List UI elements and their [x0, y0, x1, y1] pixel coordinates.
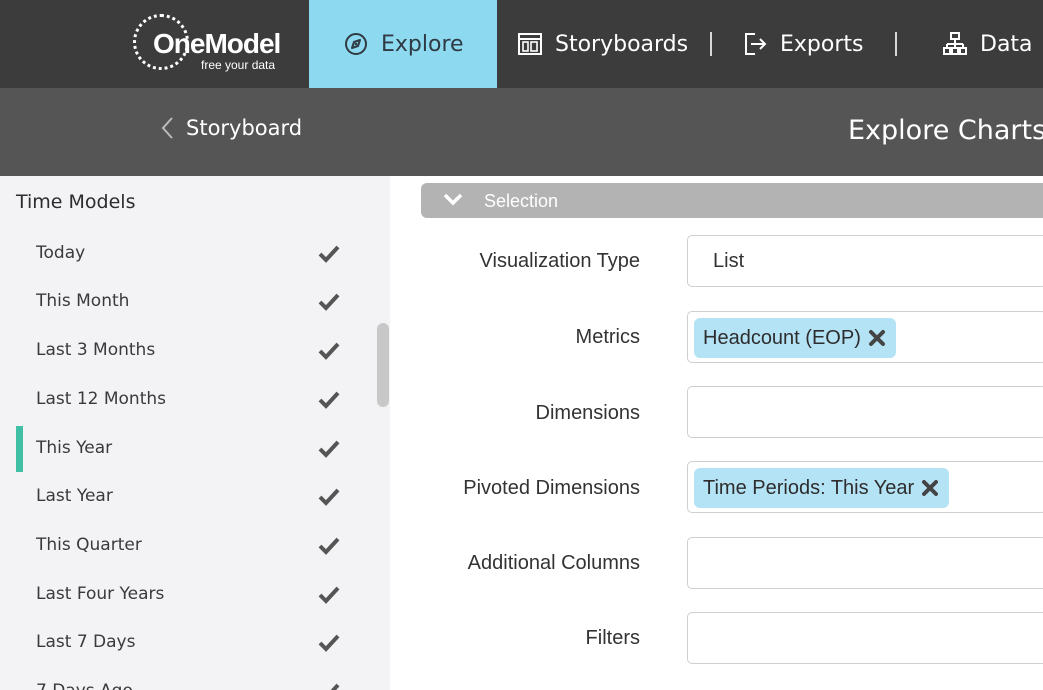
- time-model-label: Today: [36, 243, 86, 263]
- checkmark-icon: [318, 245, 340, 263]
- pivoted-dimension-tag: Time Periods: This Year: [694, 468, 950, 508]
- time-model-item[interactable]: Last Year: [0, 474, 376, 522]
- checkmark-icon: [318, 293, 340, 311]
- time-model-item[interactable]: Last 3 Months: [0, 328, 376, 376]
- remove-tag-icon[interactable]: [921, 479, 939, 497]
- time-model-label: 7 Days Ago: [36, 681, 133, 690]
- sidebar-scrollbar-thumb[interactable]: [377, 323, 389, 407]
- pivoted-dimensions-input[interactable]: Time Periods: This Year: [687, 461, 1043, 513]
- chevron-left-icon: [161, 117, 173, 139]
- pivoted-dimension-tag-label: Time Periods: This Year: [703, 476, 915, 499]
- nav-tab-exports[interactable]: Exports: [742, 0, 863, 88]
- dimensions-input[interactable]: [687, 386, 1043, 438]
- visualization-type-label: Visualization Type: [479, 250, 640, 272]
- time-model-label: Last Four Years: [36, 584, 165, 604]
- storyboard-icon: [518, 33, 542, 55]
- visualization-type-select[interactable]: List: [687, 235, 1043, 287]
- time-model-item[interactable]: Last 12 Months: [0, 377, 376, 425]
- time-model-item[interactable]: This Month: [0, 279, 376, 327]
- time-model-item[interactable]: Last 7 Days: [0, 620, 376, 668]
- pivoted-dimensions-label: Pivoted Dimensions: [463, 477, 640, 499]
- sidebar-scrollbar-track[interactable]: [376, 176, 390, 690]
- time-model-label: This Month: [36, 291, 130, 311]
- selection-section-toggle[interactable]: Selection: [421, 183, 1043, 218]
- nav-tab-storyboards[interactable]: Storyboards: [517, 0, 688, 88]
- metric-tag: Headcount (EOP): [694, 318, 896, 358]
- time-model-item[interactable]: This Quarter: [0, 523, 376, 571]
- top-navigation-bar: OneModel free your data Explore Storyboa…: [0, 0, 1043, 88]
- time-model-label: Last 3 Months: [36, 340, 156, 360]
- nav-tab-data[interactable]: Data: [942, 0, 1033, 88]
- additional-columns-label: Additional Columns: [467, 552, 640, 574]
- sidebar-heading: Time Models: [16, 191, 136, 213]
- additional-columns-input[interactable]: [687, 537, 1043, 589]
- checkmark-icon: [330, 683, 340, 690]
- dimensions-label: Dimensions: [535, 402, 640, 424]
- time-model-label: This Quarter: [36, 535, 142, 555]
- metric-tag-label: Headcount (EOP): [703, 326, 861, 349]
- page-title: Explore Charts: [848, 115, 1043, 146]
- onemodel-logo[interactable]: OneModel free your data: [133, 14, 283, 74]
- export-icon: [745, 33, 767, 55]
- metrics-label: Metrics: [575, 326, 640, 348]
- checkmark-icon: [318, 488, 340, 506]
- checkmark-icon: [318, 391, 340, 409]
- sitemap-icon: [943, 32, 967, 55]
- filters-label: Filters: [585, 627, 640, 649]
- time-model-item[interactable]: Last Four Years: [0, 572, 376, 620]
- nav-tab-storyboards-label: Storyboards: [555, 31, 689, 57]
- checkmark-icon: [318, 342, 340, 360]
- nav-tab-exports-label: Exports: [780, 31, 864, 57]
- checkmark-icon: [318, 586, 340, 604]
- nav-divider: [710, 32, 712, 56]
- remove-tag-icon[interactable]: [868, 329, 886, 347]
- time-model-label: Last 7 Days: [36, 632, 136, 652]
- metrics-input[interactable]: Headcount (EOP): [687, 311, 1043, 363]
- back-to-storyboard-link[interactable]: Storyboard: [160, 116, 302, 140]
- time-model-item[interactable]: Today: [0, 231, 376, 279]
- time-model-item[interactable]: 7 Days Ago: [0, 669, 376, 690]
- time-model-item-active[interactable]: This Year: [0, 426, 376, 474]
- back-link-label: Storyboard: [186, 116, 303, 140]
- chevron-down-icon: [443, 193, 463, 206]
- time-model-label: Last 12 Months: [36, 389, 166, 409]
- logo-tagline: free your data: [201, 58, 276, 72]
- checkmark-icon: [318, 537, 340, 555]
- time-model-label: Last Year: [36, 486, 113, 506]
- nav-tab-explore-label: Explore: [381, 31, 464, 57]
- visualization-type-value: List: [713, 250, 745, 272]
- time-model-label: This Year: [36, 438, 113, 458]
- compass-icon: [345, 33, 367, 55]
- time-models-sidebar: Time Models Today This Month Last 3 Mont…: [0, 176, 376, 690]
- logo-text: OneModel: [153, 28, 281, 59]
- selection-header-label: Selection: [484, 191, 559, 211]
- filters-input[interactable]: [687, 612, 1043, 664]
- nav-tab-explore[interactable]: Explore: [309, 0, 497, 88]
- active-item-marker: [16, 426, 23, 472]
- checkmark-icon: [318, 440, 340, 458]
- nav-tab-data-label: Data: [980, 31, 1033, 57]
- nav-divider: [895, 32, 897, 56]
- checkmark-icon: [318, 634, 340, 652]
